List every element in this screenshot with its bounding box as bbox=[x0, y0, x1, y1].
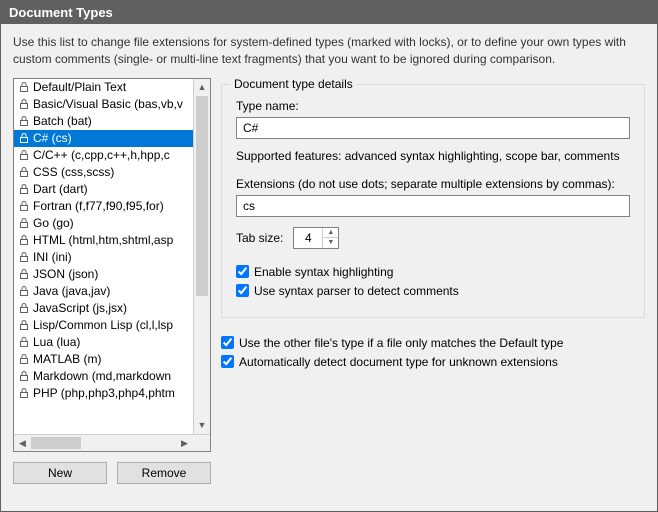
lock-icon bbox=[18, 200, 30, 212]
list-item[interactable]: Java (java,jav) bbox=[14, 283, 210, 300]
scroll-left-icon[interactable]: ◀ bbox=[14, 435, 31, 452]
list-item-label: Batch (bat) bbox=[33, 114, 92, 128]
list-item-label: PHP (php,php3,php4,phtm bbox=[33, 386, 175, 400]
titlebar: Document Types bbox=[1, 1, 657, 24]
list-item-label: Lisp/Common Lisp (cl,l,lsp bbox=[33, 318, 173, 332]
lock-icon bbox=[18, 183, 30, 195]
scroll-down-icon[interactable]: ▼ bbox=[194, 417, 210, 434]
list-item-label: Fortran (f,f77,f90,f95,for) bbox=[33, 199, 164, 213]
use-parser-checkbox[interactable]: Use syntax parser to detect comments bbox=[236, 284, 630, 298]
list-item-label: C/C++ (c,cpp,c++,h,hpp,c bbox=[33, 148, 170, 162]
lock-icon bbox=[18, 115, 30, 127]
lock-icon bbox=[18, 166, 30, 178]
list-item[interactable]: JSON (json) bbox=[14, 266, 210, 283]
lock-icon bbox=[18, 234, 30, 246]
lock-icon bbox=[18, 268, 30, 280]
tab-size-input[interactable] bbox=[294, 228, 322, 248]
lock-icon bbox=[18, 302, 30, 314]
list-item-label: Lua (lua) bbox=[33, 335, 80, 349]
list-item-label: CSS (css,scss) bbox=[33, 165, 114, 179]
list-item[interactable]: Batch (bat) bbox=[14, 113, 210, 130]
list-item[interactable]: INI (ini) bbox=[14, 249, 210, 266]
use-other-label: Use the other file's type if a file only… bbox=[239, 336, 563, 350]
extensions-input[interactable] bbox=[236, 195, 630, 217]
list-item[interactable]: HTML (html,htm,shtml,asp bbox=[14, 232, 210, 249]
lock-icon bbox=[18, 370, 30, 382]
scroll-right-icon[interactable]: ▶ bbox=[176, 435, 193, 452]
extensions-label: Extensions (do not use dots; separate mu… bbox=[236, 177, 630, 191]
list-item-label: MATLAB (m) bbox=[33, 352, 101, 366]
list-item-label: Go (go) bbox=[33, 216, 74, 230]
list-item-label: JavaScript (js,jsx) bbox=[33, 301, 127, 315]
list-item-label: HTML (html,htm,shtml,asp bbox=[33, 233, 173, 247]
list-item-label: JSON (json) bbox=[33, 267, 98, 281]
vertical-scrollbar[interactable]: ▲ ▼ bbox=[193, 79, 210, 434]
list-item[interactable]: MATLAB (m) bbox=[14, 351, 210, 368]
list-item[interactable]: Markdown (md,markdown bbox=[14, 368, 210, 385]
list-item-label: Dart (dart) bbox=[33, 182, 88, 196]
type-name-input[interactable] bbox=[236, 117, 630, 139]
lock-icon bbox=[18, 98, 30, 110]
list-item[interactable]: Lua (lua) bbox=[14, 334, 210, 351]
list-item-label: Basic/Visual Basic (bas,vb,v bbox=[33, 97, 183, 111]
lock-icon bbox=[18, 353, 30, 365]
list-item[interactable]: Default/Plain Text bbox=[14, 79, 210, 96]
spin-up-icon[interactable]: ▲ bbox=[323, 228, 338, 239]
document-type-list[interactable]: Default/Plain Text Basic/Visual Basic (ba… bbox=[13, 78, 211, 452]
lock-icon bbox=[18, 387, 30, 399]
enable-syntax-checkbox[interactable]: Enable syntax highlighting bbox=[236, 265, 630, 279]
list-item[interactable]: C# (cs) bbox=[14, 130, 210, 147]
spin-down-icon[interactable]: ▼ bbox=[323, 238, 338, 248]
lock-icon bbox=[18, 251, 30, 263]
tab-size-spinner[interactable]: ▲ ▼ bbox=[293, 227, 339, 249]
list-item[interactable]: Fortran (f,f77,f90,f95,for) bbox=[14, 198, 210, 215]
lock-icon bbox=[18, 285, 30, 297]
list-item[interactable]: Lisp/Common Lisp (cl,l,lsp bbox=[14, 317, 210, 334]
scroll-thumb[interactable] bbox=[196, 96, 208, 296]
lock-icon bbox=[18, 336, 30, 348]
enable-syntax-label: Enable syntax highlighting bbox=[254, 265, 393, 279]
new-button[interactable]: New bbox=[13, 462, 107, 484]
remove-button[interactable]: Remove bbox=[117, 462, 211, 484]
list-item[interactable]: JavaScript (js,jsx) bbox=[14, 300, 210, 317]
supported-features: Supported features: advanced syntax high… bbox=[236, 149, 630, 163]
use-other-checkbox[interactable]: Use the other file's type if a file only… bbox=[221, 336, 645, 350]
list-item[interactable]: PHP (php,php3,php4,phtm bbox=[14, 385, 210, 402]
lock-icon bbox=[18, 81, 30, 93]
list-item-label: C# (cs) bbox=[33, 131, 72, 145]
scroll-up-icon[interactable]: ▲ bbox=[194, 79, 210, 96]
list-item-label: Markdown (md,markdown bbox=[33, 369, 171, 383]
list-item-label: INI (ini) bbox=[33, 250, 72, 264]
hscroll-thumb[interactable] bbox=[31, 437, 81, 449]
list-item[interactable]: Dart (dart) bbox=[14, 181, 210, 198]
list-item[interactable]: C/C++ (c,cpp,c++,h,hpp,c bbox=[14, 147, 210, 164]
lock-icon bbox=[18, 319, 30, 331]
auto-detect-label: Automatically detect document type for u… bbox=[239, 355, 558, 369]
use-parser-label: Use syntax parser to detect comments bbox=[254, 284, 459, 298]
auto-detect-checkbox[interactable]: Automatically detect document type for u… bbox=[221, 355, 645, 369]
list-item[interactable]: Basic/Visual Basic (bas,vb,v bbox=[14, 96, 210, 113]
lock-icon bbox=[18, 217, 30, 229]
list-item-label: Java (java,jav) bbox=[33, 284, 110, 298]
group-title: Document type details bbox=[230, 77, 357, 91]
tab-size-label: Tab size: bbox=[236, 231, 283, 245]
lock-icon bbox=[18, 149, 30, 161]
list-item[interactable]: Go (go) bbox=[14, 215, 210, 232]
list-item[interactable]: CSS (css,scss) bbox=[14, 164, 210, 181]
intro-text: Use this list to change file extensions … bbox=[13, 34, 645, 68]
type-name-label: Type name: bbox=[236, 99, 630, 113]
lock-icon bbox=[18, 132, 30, 144]
list-item-label: Default/Plain Text bbox=[33, 80, 126, 94]
horizontal-scrollbar[interactable]: ◀ ▶ bbox=[14, 434, 210, 451]
